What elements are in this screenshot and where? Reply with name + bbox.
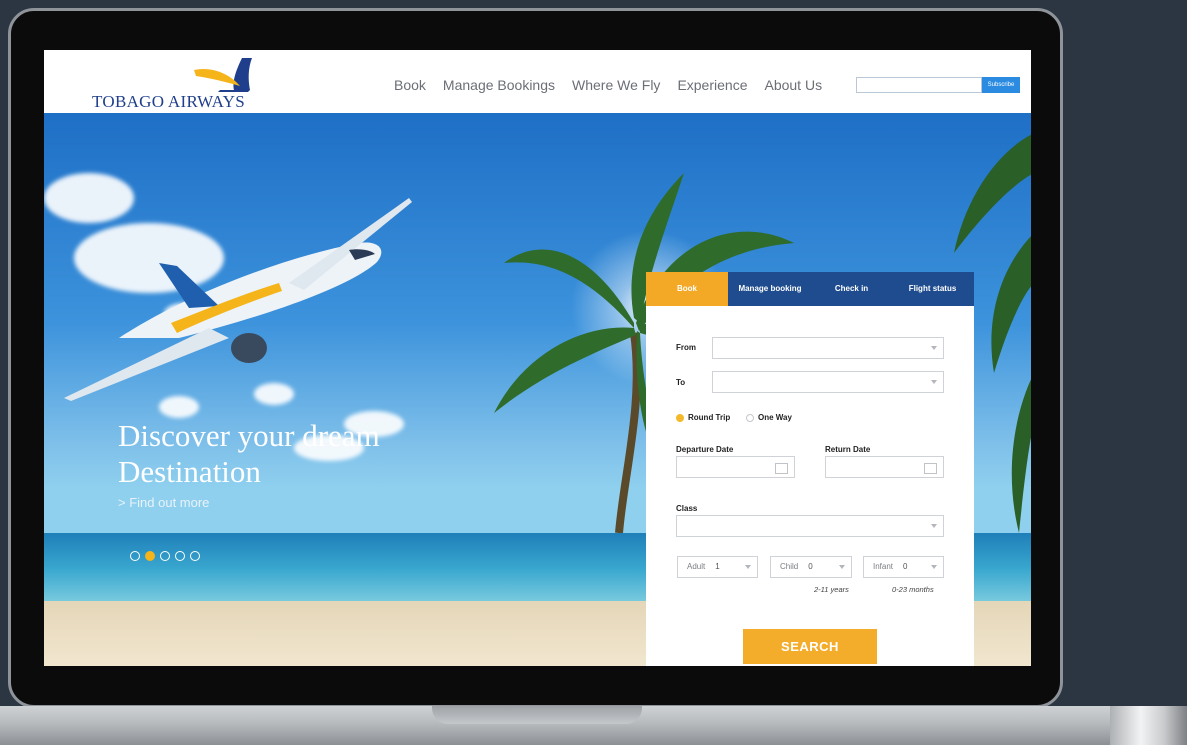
child-value: 0 — [808, 562, 813, 571]
from-select[interactable] — [712, 337, 944, 359]
infant-label: Infant — [873, 562, 894, 571]
tab-check-in[interactable]: Check in — [812, 272, 891, 306]
slider-dot[interactable] — [160, 551, 170, 561]
infant-select[interactable]: Infant 0 — [863, 556, 944, 578]
round-trip-radio[interactable]: Round Trip — [676, 413, 730, 422]
radio-icon — [746, 413, 754, 422]
slider-dots — [130, 551, 200, 561]
brand-name: TOBAGO AIRWAYS — [92, 92, 245, 111]
chevron-down-icon — [931, 380, 937, 384]
tab-book[interactable]: Book — [646, 272, 728, 306]
departure-date-input[interactable] — [676, 456, 795, 478]
adult-select[interactable]: Adult 1 — [677, 556, 758, 578]
main-nav: Book Manage Bookings Where We Fly Experi… — [394, 77, 839, 93]
slider-dot[interactable] — [130, 551, 140, 561]
tab-flight-status[interactable]: Flight status — [891, 272, 974, 306]
return-date-input[interactable] — [825, 456, 944, 478]
calendar-icon[interactable] — [775, 463, 788, 474]
nav-book[interactable]: Book — [394, 77, 426, 93]
slider-dot[interactable] — [190, 551, 200, 561]
subscribe-input[interactable] — [856, 77, 982, 93]
search-button[interactable]: SEARCH — [743, 629, 877, 664]
chevron-down-icon — [745, 565, 751, 569]
subscribe-form: Subscribe — [856, 77, 1020, 93]
website-screen: TOBAGO AIRWAYS Book Manage Bookings Wher… — [44, 50, 1031, 666]
calendar-icon[interactable] — [924, 463, 937, 474]
class-label: Class — [676, 504, 698, 513]
child-label: Child — [780, 562, 799, 571]
infant-age-hint: 0-23 months — [892, 585, 934, 594]
airplane-icon — [64, 198, 412, 401]
logo[interactable]: TOBAGO AIRWAYS — [92, 56, 262, 112]
booking-panel: Book Manage booking Check in Flight stat… — [646, 272, 974, 666]
round-trip-label: Round Trip — [688, 413, 731, 422]
child-age-hint: 2-11 years — [814, 585, 849, 594]
slider-dot[interactable] — [175, 551, 185, 561]
from-label: From — [676, 343, 696, 352]
chevron-down-icon — [931, 346, 937, 350]
nav-about-us[interactable]: About Us — [764, 77, 822, 93]
one-way-radio[interactable]: One Way — [746, 413, 792, 422]
booking-form: From To Round Trip One Way Departure Dat… — [646, 306, 974, 666]
site-header: TOBAGO AIRWAYS Book Manage Bookings Wher… — [44, 50, 1031, 113]
radio-selected-icon — [676, 413, 684, 422]
hero-title-line2: Destination — [118, 454, 261, 489]
infant-value: 0 — [903, 562, 908, 571]
chevron-down-icon — [931, 524, 937, 528]
adult-label: Adult — [687, 562, 706, 571]
hero-title: Discover your dream Destination — [118, 418, 438, 490]
slider-dot-active[interactable] — [145, 551, 155, 561]
to-label: To — [676, 378, 686, 387]
hero-banner: Discover your dream Destination > Find o… — [44, 113, 1031, 666]
nav-experience[interactable]: Experience — [677, 77, 747, 93]
class-select[interactable] — [676, 515, 944, 537]
booking-tabs: Book Manage booking Check in Flight stat… — [646, 272, 974, 306]
child-select[interactable]: Child 0 — [770, 556, 852, 578]
departure-date-label: Departure Date — [676, 445, 734, 454]
subscribe-button[interactable]: Subscribe — [982, 77, 1020, 93]
laptop-notch — [432, 706, 642, 724]
adult-value: 1 — [715, 562, 720, 571]
chevron-down-icon — [931, 565, 937, 569]
one-way-label: One Way — [758, 413, 792, 422]
hero-title-line1: Discover your dream — [118, 418, 380, 453]
to-select[interactable] — [712, 371, 944, 393]
nav-manage-bookings[interactable]: Manage Bookings — [443, 77, 555, 93]
airline-logo-icon — [194, 58, 252, 92]
tab-manage-booking[interactable]: Manage booking — [728, 272, 812, 306]
find-out-more-link[interactable]: > Find out more — [118, 495, 209, 510]
nav-where-we-fly[interactable]: Where We Fly — [572, 77, 660, 93]
chevron-down-icon — [839, 565, 845, 569]
return-date-label: Return Date — [825, 445, 871, 454]
